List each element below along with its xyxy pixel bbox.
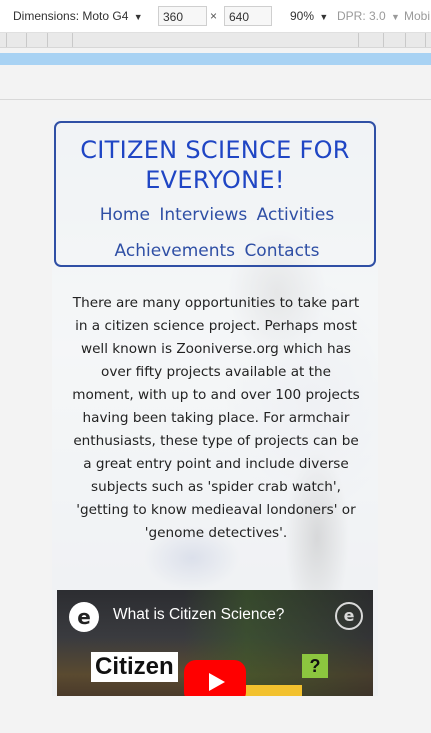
height-input[interactable]: 640: [224, 6, 272, 26]
nav-link-home[interactable]: Home: [100, 205, 150, 225]
width-input[interactable]: 360: [158, 6, 207, 26]
thumbnail-question-mark: ?: [302, 654, 328, 678]
mq-segment[interactable]: [6, 33, 7, 47]
thumbnail-yellow-band: [242, 685, 302, 696]
devtools-toolbar: Dimensions: Moto G4 ▼ 360 × 640 90% ▼ DP…: [0, 0, 431, 33]
ruler: [0, 99, 431, 100]
zoom-caret-icon: ▼: [319, 12, 329, 22]
zoom-select[interactable]: 90% ▼: [290, 0, 328, 32]
site-header: CITIZEN SCIENCE FOR EVERYONE! Home Inter…: [54, 121, 376, 267]
zoom-value: 90%: [290, 9, 315, 23]
media-query-range-bar[interactable]: [0, 53, 431, 65]
nav-link-achievements[interactable]: Achievements: [115, 241, 235, 261]
mq-segment[interactable]: [425, 33, 426, 47]
mobile-throttle-select[interactable]: Mobi: [404, 0, 430, 32]
video-title[interactable]: What is Citizen Science?: [113, 606, 284, 624]
mq-segment[interactable]: [405, 33, 406, 47]
site-title: CITIZEN SCIENCE FOR EVERYONE!: [80, 136, 350, 194]
dpr-caret-icon: ▼: [391, 12, 400, 22]
nav-link-contacts[interactable]: Contacts: [244, 241, 319, 261]
nav-link-activities[interactable]: Activities: [257, 205, 335, 225]
mq-segment[interactable]: [47, 33, 48, 47]
mq-segment[interactable]: [72, 33, 73, 47]
device-dimensions-select[interactable]: Dimensions: Moto G4 ▼: [13, 0, 143, 32]
watermark-logo-icon: e: [335, 602, 363, 630]
device-label: Dimensions: Moto G4: [13, 9, 129, 23]
mq-segment[interactable]: [26, 33, 27, 47]
intro-paragraph: There are many opportunities to take par…: [72, 295, 360, 541]
dropdown-caret-icon: ▼: [133, 12, 143, 22]
channel-logo-icon[interactable]: e: [69, 602, 99, 632]
dimension-separator: ×: [210, 9, 218, 23]
nav-link-interviews[interactable]: Interviews: [159, 205, 247, 225]
mq-segment[interactable]: [383, 33, 384, 47]
thumbnail-caption: Citizen: [91, 652, 178, 682]
dpr-select[interactable]: DPR: 3.0 ▼: [337, 0, 400, 32]
youtube-play-icon[interactable]: [184, 660, 246, 696]
mq-segment[interactable]: [358, 33, 359, 47]
video-embed[interactable]: e What is Citizen Science? e Citizen ?: [57, 590, 373, 696]
main-nav-row: Home Interviews Activities: [64, 205, 370, 225]
dpr-value: DPR: 3.0: [337, 9, 386, 23]
media-query-bar[interactable]: [0, 33, 431, 48]
main-nav-row: Achievements Contacts: [64, 241, 370, 261]
device-viewport: CITIZEN SCIENCE FOR EVERYONE! Home Inter…: [52, 118, 378, 696]
